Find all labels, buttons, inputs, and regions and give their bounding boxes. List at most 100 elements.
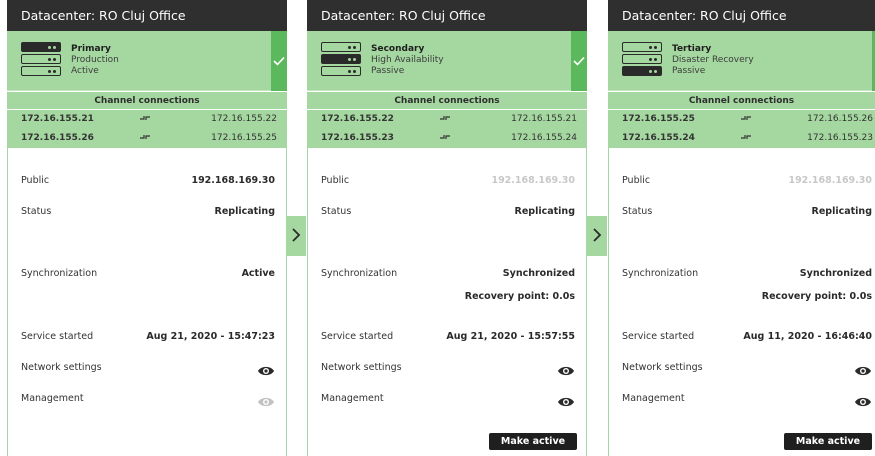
sync-value: Active — [241, 268, 275, 279]
status-label: Status — [622, 206, 653, 217]
status-value: Replicating — [811, 206, 872, 217]
network-settings-label: Network settings — [622, 362, 703, 373]
channel-row: 172.16.155.25 172.16.155.26 — [608, 110, 875, 129]
network-settings-eye-icon[interactable] — [557, 362, 575, 376]
management-label: Management — [622, 393, 685, 404]
sync-value: Synchronized — [502, 268, 575, 279]
channel-link-icon — [740, 112, 752, 127]
channels-header: Channel connections — [608, 92, 875, 109]
service-started-value: Aug 11, 2020 - 16:46:40 — [743, 331, 872, 342]
card-details — [7, 148, 287, 456]
role-name: Tertiary — [672, 44, 712, 54]
channels-header: Channel connections — [7, 92, 287, 109]
role-type: High Availability — [371, 55, 444, 65]
card-details — [608, 148, 875, 456]
checkmark-icon — [271, 31, 287, 91]
datacenter-header: Datacenter: RO Cluj Office — [608, 0, 875, 31]
role-info: Primary Production Active — [71, 44, 119, 77]
datacenter-title: Datacenter: RO Cluj Office — [321, 8, 486, 23]
public-label: Public — [21, 175, 50, 186]
service-started-value: Aug 21, 2020 - 15:47:23 — [146, 331, 275, 342]
management-eye-icon[interactable] — [854, 393, 872, 407]
make-active-button[interactable]: Make active — [489, 433, 577, 450]
channel-row: 172.16.155.26 172.16.155.25 — [7, 129, 287, 148]
status-label: Status — [321, 206, 352, 217]
network-settings-eye-icon[interactable] — [854, 362, 872, 376]
channel-local-ip: 172.16.155.21 — [21, 114, 94, 124]
datacenter-card-primary: Datacenter: RO Cluj Office Primary Produ… — [7, 0, 287, 456]
channel-row: 172.16.155.21 172.16.155.22 — [7, 110, 287, 129]
channel-local-ip: 172.16.155.25 — [622, 114, 695, 124]
datacenter-title: Datacenter: RO Cluj Office — [21, 8, 186, 23]
channel-link-icon — [139, 131, 151, 146]
next-arrow-tab[interactable] — [587, 216, 607, 256]
channel-local-ip: 172.16.155.23 — [321, 133, 394, 143]
chevron-right-icon — [592, 227, 602, 246]
service-started-label: Service started — [21, 331, 94, 342]
channel-remote-ip: 172.16.155.24 — [511, 133, 577, 143]
status-value: Replicating — [514, 206, 575, 217]
public-label: Public — [622, 175, 651, 186]
status-value: Replicating — [214, 206, 275, 217]
role-type: Disaster Recovery — [672, 55, 754, 65]
channel-remote-ip: 172.16.155.25 — [211, 133, 277, 143]
datacenter-header: Datacenter: RO Cluj Office — [7, 0, 287, 31]
channel-link-icon — [740, 131, 752, 146]
sync-label: Synchronization — [21, 268, 98, 279]
service-started-label: Service started — [622, 331, 695, 342]
server-rack-icon — [321, 42, 361, 78]
server-rack-icon — [622, 42, 662, 78]
role-state: Passive — [371, 66, 405, 76]
service-started-value: Aug 21, 2020 - 15:57:55 — [446, 331, 575, 342]
role-state: Passive — [672, 66, 706, 76]
role-panel[interactable]: Tertiary Disaster Recovery Passive — [608, 31, 875, 91]
channel-row: 172.16.155.22 172.16.155.21 — [307, 110, 587, 129]
next-arrow-tab[interactable] — [286, 216, 306, 256]
management-eye-icon — [257, 393, 275, 407]
network-settings-label: Network settings — [21, 362, 102, 373]
channel-row: 172.16.155.24 172.16.155.23 — [608, 129, 875, 148]
management-label: Management — [321, 393, 384, 404]
server-rack-icon — [21, 42, 61, 78]
channel-local-ip: 172.16.155.26 — [21, 133, 94, 143]
sync-label: Synchronization — [321, 268, 398, 279]
public-value: 192.168.169.30 — [191, 175, 275, 186]
status-label: Status — [21, 206, 52, 217]
channel-row: 172.16.155.23 172.16.155.24 — [307, 129, 587, 148]
public-value: 192.168.169.30 — [491, 175, 575, 186]
role-name: Secondary — [371, 44, 425, 54]
datacenter-header: Datacenter: RO Cluj Office — [307, 0, 587, 31]
network-settings-label: Network settings — [321, 362, 402, 373]
channel-remote-ip: 172.16.155.23 — [807, 133, 873, 143]
checkmark-icon — [571, 31, 587, 91]
role-panel[interactable]: Secondary High Availability Passive — [307, 31, 587, 91]
role-name: Primary — [71, 44, 111, 54]
role-panel[interactable]: Primary Production Active — [7, 31, 287, 91]
sync-label: Synchronization — [622, 268, 699, 279]
recovery-point: Recovery point: 0.0s — [761, 291, 872, 302]
role-state: Active — [71, 66, 99, 76]
channel-remote-ip: 172.16.155.26 — [807, 114, 873, 124]
public-value: 192.168.169.30 — [788, 175, 872, 186]
sync-value: Synchronized — [799, 268, 872, 279]
datacenter-title: Datacenter: RO Cluj Office — [622, 8, 787, 23]
channel-link-icon — [439, 131, 451, 146]
make-active-button[interactable]: Make active — [784, 433, 872, 450]
channel-local-ip: 172.16.155.22 — [321, 114, 394, 124]
role-info: Secondary High Availability Passive — [371, 44, 444, 77]
role-type: Production — [71, 55, 119, 65]
channel-link-icon — [139, 112, 151, 127]
channels-header: Channel connections — [307, 92, 587, 109]
channel-remote-ip: 172.16.155.22 — [211, 114, 277, 124]
channel-local-ip: 172.16.155.24 — [622, 133, 695, 143]
public-label: Public — [321, 175, 350, 186]
datacenter-card-tertiary: Datacenter: RO Cluj Office Tertiary Disa… — [608, 0, 875, 456]
service-started-label: Service started — [321, 331, 394, 342]
network-settings-eye-icon[interactable] — [257, 362, 275, 376]
management-eye-icon[interactable] — [557, 393, 575, 407]
datacenter-card-secondary: Datacenter: RO Cluj Office Secondary Hig… — [307, 0, 587, 456]
role-info: Tertiary Disaster Recovery Passive — [672, 44, 754, 77]
card-details — [307, 148, 587, 456]
recovery-point: Recovery point: 0.0s — [464, 291, 575, 302]
channel-remote-ip: 172.16.155.21 — [511, 114, 577, 124]
